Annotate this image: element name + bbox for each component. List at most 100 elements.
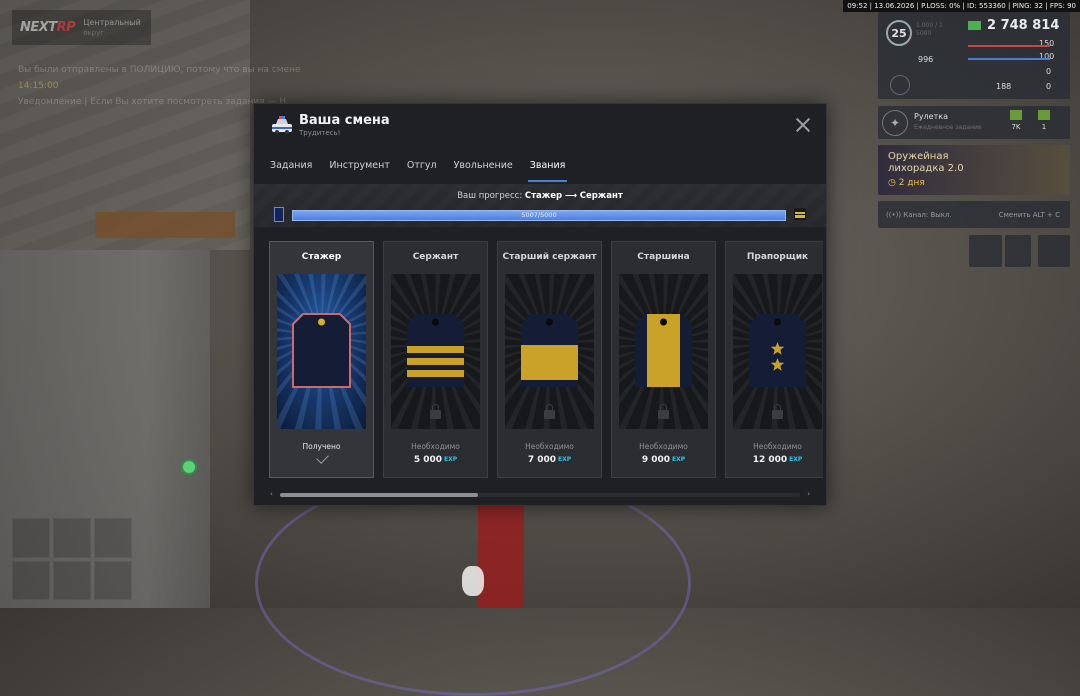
roulette-value-1-text: 7K xyxy=(1011,123,1021,131)
level-badge: 25 xyxy=(886,20,912,46)
shelf-background xyxy=(95,212,235,238)
rank-name: Старший сержант xyxy=(502,252,597,262)
logo: NEXTRP xyxy=(12,20,76,35)
player-character xyxy=(478,505,524,608)
inventory-slot[interactable] xyxy=(94,560,132,600)
exp-badge: EXP xyxy=(444,456,458,463)
armor-bar-fill xyxy=(968,58,1050,60)
roulette-text: Рулетка Ежедневное задание xyxy=(914,112,982,133)
rank-requirement: 9 000 EXP xyxy=(612,455,715,465)
status-bar: 09:52 | 13.06.2026 | P.LOSS: 0% | ID: 55… xyxy=(843,0,1080,12)
server-logo-box: NEXTRP Центральный округ xyxy=(12,10,151,45)
inventory-slot[interactable] xyxy=(53,518,91,558)
roulette-wheel-icon: ✦ xyxy=(882,109,908,136)
rank-card[interactable]: Старший сержант Необходимо 7 000 EXP xyxy=(497,241,602,478)
rank-card[interactable]: Старшина Необходимо 9 000 EXP xyxy=(611,241,716,478)
lock-icon xyxy=(543,404,555,419)
roulette-value-2: 1 xyxy=(1038,110,1050,131)
server-sub-text: округ xyxy=(83,28,104,37)
exp-badge: EXP xyxy=(558,456,572,463)
band xyxy=(521,345,578,380)
scroll-left-icon[interactable]: ‹ xyxy=(270,490,273,498)
progress-bar: 5007/5000 xyxy=(292,210,786,221)
roulette-panel[interactable]: ✦ Рулетка Ежедневное задание 7K 1 xyxy=(878,106,1070,139)
inventory-slot[interactable] xyxy=(12,560,50,600)
stat-c: 188 xyxy=(996,82,1012,91)
stat-d: 0 xyxy=(1046,82,1052,91)
progress-from-rank: Стажер xyxy=(524,191,563,201)
progress-to-rank: Сержант xyxy=(579,191,623,201)
modal-subtitle: Трудитесь! xyxy=(299,129,341,137)
map-marker-icon xyxy=(181,459,197,475)
inventory-slot[interactable] xyxy=(53,560,91,600)
voice-channel: ((•)) Канал: Выкл. xyxy=(886,210,952,219)
voice-panel[interactable]: ((•)) Канал: Выкл. Сменить ALT + C xyxy=(878,201,1070,228)
next-rank-icon xyxy=(794,208,806,220)
requirement-value: 5 000 xyxy=(413,455,443,465)
progress-value: 5007/5000 xyxy=(521,211,557,219)
stat-a: 996 xyxy=(918,55,934,64)
rank-name: Стажер xyxy=(301,252,342,262)
scroll-track[interactable] xyxy=(280,493,800,497)
cash-icon xyxy=(1010,110,1022,120)
tab-tools[interactable]: Инструмент xyxy=(329,160,389,182)
inventory-slot[interactable] xyxy=(94,518,132,558)
stripe xyxy=(407,358,464,365)
lock-icon xyxy=(771,404,783,419)
lock-icon xyxy=(429,404,441,419)
player-stats-panel: 25 1.000 / 1 5000 2 748 814 150 100 996 0… xyxy=(878,12,1070,99)
rank-insignia xyxy=(619,274,708,429)
event-title-1: Оружейная xyxy=(888,151,949,162)
rank-card[interactable]: Стажер Получено xyxy=(269,241,374,478)
scroll-right-icon[interactable]: › xyxy=(807,490,810,498)
stat-b: 0 xyxy=(1046,67,1052,76)
inventory-slot[interactable] xyxy=(12,518,50,558)
heart-icon xyxy=(890,75,910,95)
rank-insignia xyxy=(733,274,822,429)
requirement-value: 9 000 xyxy=(641,455,671,465)
police-car-icon xyxy=(272,116,292,134)
check-icon xyxy=(316,451,329,464)
rank-name: Старшина xyxy=(637,252,690,262)
level-progress-a: 1.000 / 1 xyxy=(916,22,943,29)
stripe xyxy=(407,346,464,353)
tab-tasks[interactable]: Задания xyxy=(270,160,312,182)
voice-channel-text: Канал: Выкл. xyxy=(903,210,952,219)
progress-prefix: Ваш прогресс: xyxy=(457,191,523,201)
rank-name: Прапорщик xyxy=(746,252,809,262)
rank-card[interactable]: Прапорщик Необходимо 12 000 EXP xyxy=(725,241,823,478)
requirement-value: 12 000 xyxy=(752,455,788,465)
armor-bar xyxy=(968,58,1050,60)
close-icon[interactable] xyxy=(794,116,812,134)
money-value: 2 748 814 xyxy=(987,18,1060,33)
event-banner[interactable]: Оружейная лихорадка 2.0 ◷ 2 дня xyxy=(878,145,1070,195)
progress-arrow: ⟶ xyxy=(564,191,577,201)
ticket-icon xyxy=(1038,110,1050,120)
chat-line: 14:15:00 xyxy=(18,81,59,91)
shoulder-board-icon xyxy=(292,313,351,388)
rank-status: Необходимо xyxy=(639,442,688,451)
level-progress: 1.000 / 1 5000 xyxy=(916,22,943,38)
hotkey-button[interactable] xyxy=(1005,235,1031,267)
modal-title: Ваша смена xyxy=(299,113,390,128)
scroll-thumb[interactable] xyxy=(280,493,478,497)
ranks-scrollbar[interactable]: ‹ › xyxy=(270,490,810,498)
calendar-button[interactable] xyxy=(969,235,1002,267)
modal-header: Ваша смена Трудитесь! xyxy=(254,104,826,148)
tab-resignation[interactable]: Увольнение xyxy=(454,160,513,182)
tab-ranks[interactable]: Звания xyxy=(527,160,567,182)
event-days-text: 2 дня xyxy=(898,178,925,188)
server-name: Центральный округ xyxy=(83,18,141,38)
rank-status: Получено xyxy=(302,442,341,451)
tab-day-off[interactable]: Отгул xyxy=(407,160,437,182)
shift-modal: Ваша смена Трудитесь! Задания Инструмент… xyxy=(253,103,827,506)
rank-name: Сержант xyxy=(412,252,459,262)
event-title-2: лихорадка 2.0 xyxy=(888,163,964,174)
rank-card[interactable]: Сержант Необходимо 5 000 EXP xyxy=(383,241,488,478)
health-bar xyxy=(968,45,1050,47)
board-button xyxy=(318,318,325,326)
notifications-bell-button[interactable] xyxy=(1038,235,1070,267)
level-progress-b: 5000 xyxy=(916,30,932,37)
exp-badge: EXP xyxy=(789,456,803,463)
event-days: ◷ 2 дня xyxy=(888,178,925,188)
